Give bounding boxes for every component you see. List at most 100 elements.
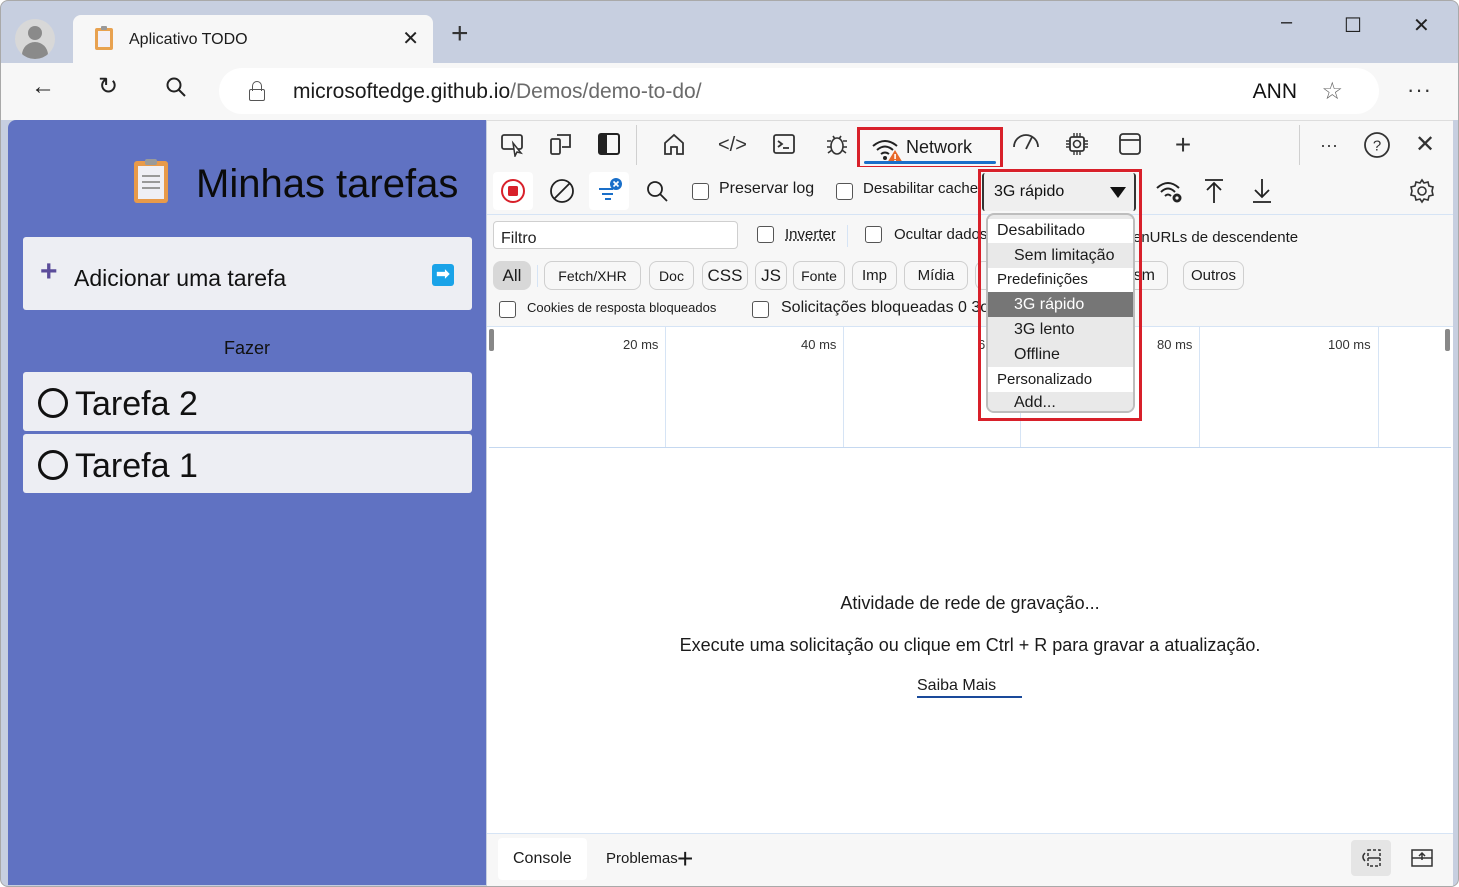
favorite-star-icon[interactable]: ☆ <box>1321 77 1343 106</box>
drawer-tab-console[interactable]: Console <box>498 838 587 880</box>
hide-data-urls-label: Ocultar dados <box>894 226 988 243</box>
blocked-requests-checkbox[interactable] <box>752 301 769 318</box>
timeline-right-handle[interactable] <box>1445 329 1450 351</box>
new-tab-button[interactable]: + <box>451 19 469 49</box>
todo-app: Minhas tarefas + Adicionar uma tarefa ➡ … <box>8 120 486 885</box>
type-filter-all[interactable]: All <box>493 261 531 290</box>
clipboard-icon <box>134 159 168 203</box>
section-label: Fazer <box>223 338 270 358</box>
filter-row: Filtro Inverter Ocultar dados enURLs de … <box>487 215 1453 261</box>
wifi-warning-icon <box>870 136 904 169</box>
type-filter-other[interactable]: Outros <box>1183 261 1244 290</box>
type-filter-font[interactable]: Fonte <box>793 261 845 290</box>
throttling-select[interactable]: 3G rápido <box>982 173 1136 211</box>
dropdown-option-no-throttling[interactable]: Sem limitação <box>988 243 1133 268</box>
record-button[interactable] <box>493 172 533 210</box>
clipboard-icon <box>95 26 113 50</box>
console-icon[interactable] <box>770 131 798 159</box>
import-har-button[interactable] <box>1194 172 1234 210</box>
export-har-button[interactable] <box>1242 172 1282 210</box>
dropdown-option-fast-3g[interactable]: 3G rápido <box>988 292 1133 317</box>
filter-toggle-button[interactable] <box>589 172 629 210</box>
address-bar[interactable]: microsoftedge.github.io/Demos/demo-to-do… <box>219 68 1379 114</box>
tab-network[interactable]: Network <box>857 127 1003 169</box>
title-bar: Aplicativo TODO ✕ + – ☐ ✕ <box>1 1 1458 63</box>
welcome-home-icon[interactable] <box>660 131 688 159</box>
type-filter-img[interactable]: Imp <box>852 261 897 290</box>
browser-window: Aplicativo TODO ✕ + – ☐ ✕ ← ↻ microsofte… <box>0 0 1459 887</box>
search-button[interactable] <box>637 172 677 210</box>
timeline-tick-label: 100 ms <box>1328 337 1371 352</box>
dropdown-option-slow-3g[interactable]: 3G lento <box>988 317 1133 342</box>
help-icon[interactable]: ? <box>1363 131 1391 159</box>
device-emulation-icon[interactable] <box>547 131 575 159</box>
devtools-panel: </> Network + ··· ? ✕ Preservar log Desa… <box>487 120 1453 886</box>
task-item[interactable]: Tarefa 2 <box>23 372 472 431</box>
drawer-tab-problems[interactable]: Problemas <box>606 838 678 880</box>
drawer-add-tab-icon[interactable]: + <box>677 838 693 880</box>
more-options-icon[interactable]: ··· <box>1407 77 1432 103</box>
more-tools-plus-icon[interactable]: + <box>1169 131 1197 159</box>
lock-icon[interactable] <box>249 81 265 101</box>
active-tab-indicator <box>864 161 996 164</box>
tab-title: Aplicativo TODO <box>129 31 248 48</box>
maximize-button[interactable]: ☐ <box>1344 13 1362 38</box>
type-filter-doc[interactable]: Doc <box>649 261 694 290</box>
refresh-icon[interactable]: ↻ <box>98 75 118 99</box>
bug-sources-icon[interactable] <box>823 131 851 159</box>
clear-button[interactable] <box>542 172 582 210</box>
profile-avatar-icon[interactable] <box>15 19 55 59</box>
elements-code-icon[interactable]: </> <box>718 131 747 159</box>
type-filter-css[interactable]: CSS <box>702 261 748 290</box>
inspect-element-icon[interactable] <box>499 131 527 159</box>
minimize-button[interactable]: – <box>1281 11 1292 34</box>
dock-side-icon[interactable] <box>595 131 623 159</box>
blocked-cookies-checkbox[interactable] <box>499 301 516 318</box>
performance-gauge-icon[interactable] <box>1011 131 1039 159</box>
task-checkbox-icon[interactable] <box>38 450 68 480</box>
timeline-left-handle[interactable] <box>489 329 494 351</box>
add-task-label: Adicionar uma tarefa <box>74 265 287 291</box>
hide-data-urls-checkbox[interactable] <box>865 226 882 243</box>
dropdown-option-offline[interactable]: Offline <box>988 342 1133 367</box>
invert-checkbox[interactable] <box>757 226 774 243</box>
dropdown-group-disabled: Desabilitado <box>988 219 1133 243</box>
dock-drawer-icon[interactable] <box>1351 840 1391 876</box>
close-window-button[interactable]: ✕ <box>1413 13 1430 38</box>
type-filter-fetch-xhr[interactable]: Fetch/XHR <box>544 261 641 290</box>
timeline-tick-label: 40 ms <box>801 337 837 352</box>
type-filter-js[interactable]: JS <box>755 261 787 290</box>
dropdown-group-presets: Predefinições <box>988 268 1133 292</box>
type-filter-media[interactable]: Mídia <box>904 261 968 290</box>
svg-text:?: ? <box>1373 138 1381 155</box>
dropdown-option-add-custom[interactable]: Add... <box>988 392 1133 411</box>
expand-drawer-icon[interactable] <box>1402 840 1442 876</box>
learn-more-link[interactable]: Saiba Mais <box>917 677 1022 698</box>
recording-status: Atividade de rede de gravação... <box>840 593 1100 613</box>
timeline-overview[interactable]: 20 ms 40 ms 6 80 ms 100 ms <box>489 327 1451 448</box>
filter-input[interactable]: Filtro <box>493 221 738 249</box>
url-text[interactable]: microsoftedge.github.io/Demos/demo-to-do… <box>293 80 702 104</box>
browser-tab[interactable]: Aplicativo TODO ✕ <box>73 15 433 63</box>
customize-more-icon[interactable]: ··· <box>1315 131 1343 159</box>
task-item[interactable]: Tarefa 1 <box>23 434 472 493</box>
back-arrow-icon[interactable]: ← <box>31 75 55 99</box>
plus-icon: + <box>40 255 58 288</box>
preserve-log-checkbox[interactable] <box>692 183 709 200</box>
blocked-filters-row: Cookies de resposta bloqueados Solicitaç… <box>487 297 1453 327</box>
timeline-gridline <box>843 327 844 447</box>
network-settings-gear-icon[interactable] <box>1402 172 1442 210</box>
add-task-input[interactable]: + Adicionar uma tarefa ➡ <box>23 237 472 310</box>
disable-cache-checkbox[interactable] <box>836 183 853 200</box>
chevron-down-icon <box>1110 187 1126 198</box>
blocked-requests-label: Solicitações bloqueadas 0 3o <box>781 299 990 316</box>
search-icon[interactable] <box>164 75 188 104</box>
network-conditions-button[interactable] <box>1149 172 1189 210</box>
timeline-gridline <box>1378 327 1379 447</box>
task-checkbox-icon[interactable] <box>38 388 68 418</box>
application-window-icon[interactable] <box>1116 131 1144 159</box>
close-devtools-icon[interactable]: ✕ <box>1411 131 1439 159</box>
close-tab-icon[interactable]: ✕ <box>402 26 419 51</box>
submit-arrow-icon[interactable]: ➡ <box>432 264 454 286</box>
memory-chip-icon[interactable] <box>1063 131 1091 159</box>
